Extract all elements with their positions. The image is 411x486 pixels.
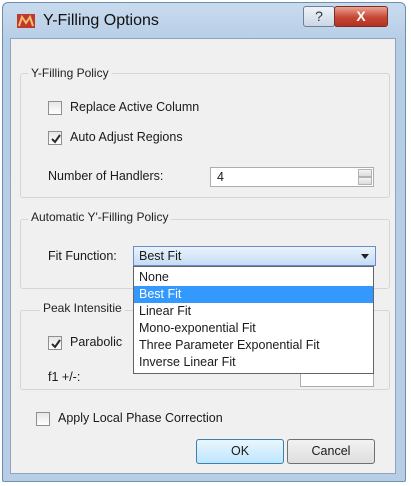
spin-down-icon[interactable] — [358, 177, 372, 185]
fit-option-three-parameter-exponential-fit[interactable]: Three Parameter Exponential Fit — [134, 337, 373, 354]
auto-adjust-regions-label: Auto Adjust Regions — [70, 130, 183, 144]
replace-active-column-checkbox[interactable] — [48, 101, 62, 115]
ok-button[interactable]: OK — [196, 439, 284, 464]
checkmark-icon — [51, 134, 61, 144]
peak-intensities-title: Peak Intensitie — [40, 301, 125, 315]
number-of-handlers-value: 4 — [217, 170, 224, 184]
parabolic-label: Parabolic — [70, 335, 123, 349]
replace-active-column-label: Replace Active Column — [70, 100, 200, 114]
automatic-policy-title: Automatic Y'-Filling Policy — [28, 210, 172, 224]
f1-tolerance-label: f1 +/-: — [48, 370, 81, 384]
spin-up-icon[interactable] — [358, 169, 372, 177]
parabolic-checkbox[interactable] — [48, 336, 62, 350]
fit-function-label: Fit Function: — [48, 249, 117, 263]
number-of-handlers-spinbox[interactable]: 4 — [210, 167, 374, 187]
fit-option-none[interactable]: None — [134, 269, 373, 286]
cancel-button[interactable]: Cancel — [287, 439, 375, 464]
y-filling-policy-title: Y-Filling Policy — [28, 66, 112, 80]
fit-function-dropdown[interactable]: None Best Fit Linear Fit Mono-exponentia… — [133, 266, 374, 374]
app-icon — [17, 14, 35, 28]
title-bar[interactable]: Y-Filling Options ? X — [3, 3, 405, 39]
apply-local-phase-correction-label: Apply Local Phase Correction — [58, 411, 223, 425]
close-button[interactable]: X — [334, 6, 388, 27]
apply-local-phase-correction-checkbox[interactable] — [36, 412, 50, 426]
fit-option-best-fit[interactable]: Best Fit — [134, 286, 373, 303]
fit-option-linear-fit[interactable]: Linear Fit — [134, 303, 373, 320]
number-of-handlers-label: Number of Handlers: — [48, 169, 164, 183]
chevron-down-icon — [361, 254, 369, 259]
checkmark-icon — [51, 339, 61, 349]
fit-function-select[interactable]: Best Fit — [133, 246, 376, 266]
auto-adjust-regions-checkbox[interactable] — [48, 131, 62, 145]
help-button[interactable]: ? — [303, 6, 335, 27]
window-title: Y-Filling Options — [43, 12, 159, 29]
fit-option-mono-exponential-fit[interactable]: Mono-exponential Fit — [134, 320, 373, 337]
fit-function-value: Best Fit — [139, 249, 182, 263]
fit-option-inverse-linear-fit[interactable]: Inverse Linear Fit — [134, 354, 373, 371]
